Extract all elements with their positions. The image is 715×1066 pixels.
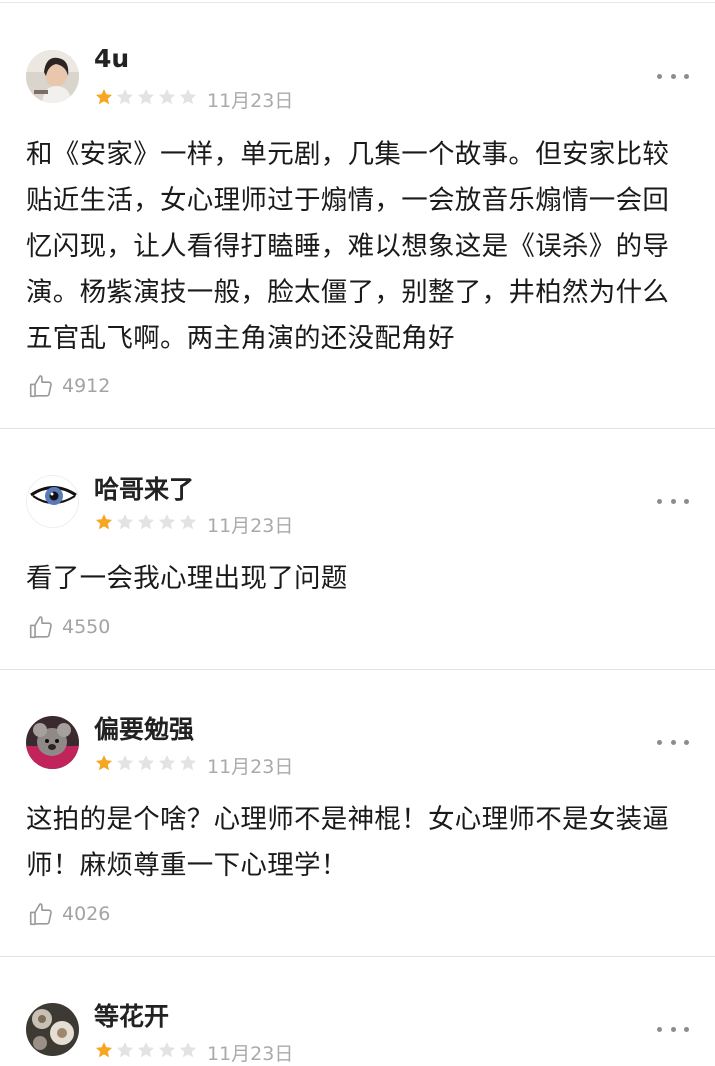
like-button[interactable]: 4026 (28, 899, 110, 929)
username[interactable]: 4u (94, 44, 129, 73)
like-button[interactable]: 4912 (28, 371, 110, 401)
comment-date: 11月23日 (207, 756, 294, 778)
comment-date: 11月23日 (207, 90, 294, 112)
like-count: 4912 (62, 375, 111, 397)
star-empty-icon (179, 755, 197, 771)
comment-text: 看了一会我心理出现了问题 (26, 563, 348, 594)
star-empty-icon (116, 1042, 134, 1058)
star-filled-icon (95, 514, 113, 530)
star-filled-icon (95, 755, 113, 771)
comment-text: 这拍的是个啥？心理师不是神棍！女心理师不是女装逼师！麻烦尊重一下心理学！ (26, 804, 670, 881)
comment-date: 11月23日 (207, 1043, 294, 1065)
star-empty-icon (158, 1042, 176, 1058)
more-options-icon[interactable] (657, 71, 689, 81)
like-button[interactable]: 4550 (28, 612, 110, 642)
thumbs-up-icon (29, 375, 52, 398)
animal-photo-avatar-icon (26, 716, 79, 769)
star-empty-icon (137, 514, 155, 530)
star-empty-icon (137, 1042, 155, 1058)
comment-date: 11月23日 (207, 515, 294, 537)
star-filled-icon (95, 89, 113, 105)
avatar[interactable] (26, 475, 79, 528)
like-count: 4026 (62, 903, 111, 925)
rating-stars (94, 1040, 198, 1060)
divider (0, 956, 715, 957)
star-empty-icon (158, 755, 176, 771)
username[interactable]: 等花开 (94, 997, 169, 1033)
star-empty-icon (158, 514, 176, 530)
more-options-icon[interactable] (657, 1024, 689, 1034)
star-empty-icon (116, 514, 134, 530)
star-empty-icon (179, 89, 197, 105)
username[interactable]: 哈哥来了 (94, 470, 194, 506)
star-empty-icon (179, 1042, 197, 1058)
star-empty-icon (179, 514, 197, 530)
divider (0, 428, 715, 429)
star-empty-icon (116, 89, 134, 105)
thumbs-up-icon (29, 616, 52, 639)
rating-stars (94, 512, 198, 532)
avatar[interactable] (26, 716, 79, 769)
avatar[interactable] (26, 1003, 79, 1056)
eye-drawing-avatar-icon (27, 476, 78, 527)
star-empty-icon (116, 755, 134, 771)
star-filled-icon (95, 1042, 113, 1058)
username[interactable]: 偏要勉强 (94, 710, 194, 746)
thumbs-up-icon (29, 903, 52, 926)
more-options-icon[interactable] (657, 496, 689, 506)
more-options-icon[interactable] (657, 737, 689, 747)
top-divider (0, 2, 715, 3)
avatar[interactable] (26, 50, 79, 103)
like-count: 4550 (62, 616, 111, 638)
user-photo-avatar-icon (26, 50, 79, 103)
rating-stars (94, 753, 198, 773)
star-empty-icon (137, 755, 155, 771)
flower-photo-avatar-icon (26, 1003, 79, 1056)
divider (0, 669, 715, 670)
star-empty-icon (158, 89, 176, 105)
star-empty-icon (137, 89, 155, 105)
comment-text: 和《安家》一样，单元剧，几集一个故事。但安家比较贴近生活，女心理师过于煽情，一会… (26, 139, 670, 354)
rating-stars (94, 87, 198, 107)
